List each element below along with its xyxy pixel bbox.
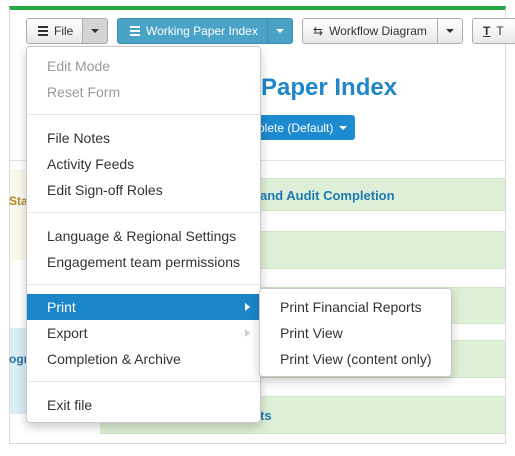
file-menu: Edit Mode Reset Form File Notes Activity… bbox=[26, 46, 261, 423]
chevron-down-icon bbox=[91, 29, 99, 33]
index-row-title[interactable]: and Audit Completion bbox=[260, 188, 395, 203]
menu-item-file-notes[interactable]: File Notes bbox=[27, 125, 260, 151]
chevron-down-icon bbox=[276, 29, 284, 33]
menu-item-reset-form: Reset Form bbox=[47, 84, 121, 100]
chevron-down-icon bbox=[339, 125, 348, 130]
workflow-diagram-dropdown-toggle[interactable] bbox=[437, 18, 463, 44]
menu-divider bbox=[27, 381, 260, 382]
print-submenu: Print Financial Reports Print View Print… bbox=[259, 288, 452, 377]
menu-divider bbox=[27, 212, 260, 213]
file-dropdown-toggle[interactable] bbox=[82, 18, 108, 44]
index-row-title[interactable]: ts bbox=[260, 408, 272, 423]
menu-item-language-regional-settings[interactable]: Language & Regional Settings bbox=[27, 223, 260, 249]
status-panel-label: Sta bbox=[9, 194, 28, 208]
submenu-item-print-view[interactable]: Print View bbox=[260, 320, 451, 346]
workflow-icon: ⇆ bbox=[313, 24, 324, 38]
completion-mode-label: plete (Default) bbox=[258, 120, 334, 135]
list-icon bbox=[38, 26, 48, 36]
menu-item-engagement-team-permissions[interactable]: Engagement team permissions bbox=[27, 249, 260, 275]
menu-divider bbox=[27, 114, 260, 115]
menu-item-export[interactable]: Export bbox=[27, 320, 260, 346]
text-tool-button[interactable]: T T bbox=[472, 18, 515, 44]
file-button[interactable]: File bbox=[26, 18, 83, 44]
main-toolbar: File Working Paper Index ⇆ Workflow Diag… bbox=[26, 18, 515, 44]
working-paper-index-dropdown-toggle[interactable] bbox=[267, 18, 293, 44]
chevron-right-icon bbox=[245, 329, 250, 337]
menu-item-edit-sign-off-roles[interactable]: Edit Sign-off Roles bbox=[27, 177, 260, 203]
text-tool-label: T bbox=[496, 24, 504, 38]
chevron-right-icon bbox=[245, 303, 250, 311]
menu-item-exit-file[interactable]: Exit file bbox=[27, 392, 260, 418]
submenu-item-print-view-content-only[interactable]: Print View (content only) bbox=[260, 346, 451, 372]
submenu-item-print-financial-reports[interactable]: Print Financial Reports bbox=[260, 294, 451, 320]
list-icon bbox=[130, 26, 140, 36]
text-icon: T bbox=[483, 24, 491, 38]
chevron-down-icon bbox=[446, 29, 454, 33]
working-paper-index-label: Working Paper Index bbox=[146, 24, 258, 38]
workflow-diagram-button[interactable]: ⇆ Workflow Diagram bbox=[302, 18, 438, 44]
menu-item-print[interactable]: Print bbox=[27, 294, 260, 320]
file-button-label: File bbox=[54, 24, 74, 38]
page-title: Paper Index bbox=[261, 74, 398, 101]
menu-item-completion-archive[interactable]: Completion & Archive bbox=[27, 346, 260, 372]
workflow-diagram-label: Workflow Diagram bbox=[329, 24, 427, 38]
menu-item-edit-mode: Edit Mode bbox=[47, 58, 111, 74]
menu-divider bbox=[27, 284, 260, 285]
menu-item-activity-feeds[interactable]: Activity Feeds bbox=[27, 151, 260, 177]
working-paper-index-button[interactable]: Working Paper Index bbox=[117, 18, 268, 44]
